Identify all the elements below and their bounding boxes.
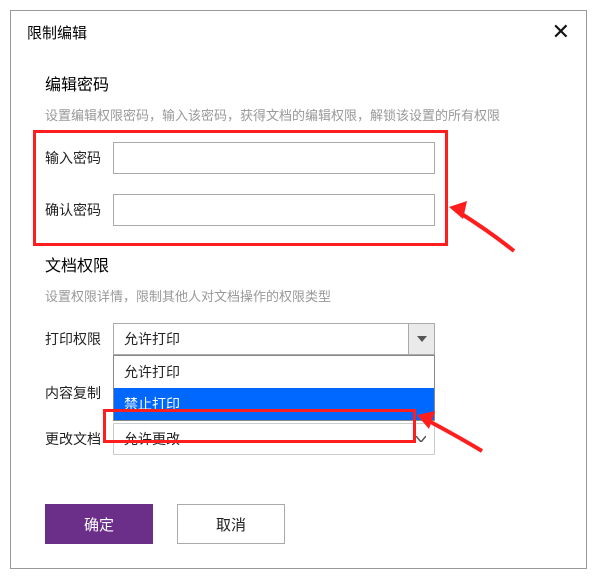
chevron-down-icon (408, 424, 434, 454)
print-permission-label: 打印权限 (45, 329, 113, 349)
permissions-section: 文档权限 设置权限详情，限制其他人对文档操作的权限类型 打印权限 允许打印 允许… (45, 252, 552, 455)
change-permission-value: 允许更改 (114, 424, 408, 454)
print-permission-dropdown: 允许打印 禁止打印 (113, 355, 435, 421)
dialog-content: 编辑密码 设置编辑权限密码，输入该密码，获得文档的编辑权限，解锁该设置的所有权限… (11, 51, 586, 455)
confirm-password-label: 确认密码 (45, 200, 113, 220)
print-permission-row: 打印权限 允许打印 允许打印 禁止打印 (45, 323, 552, 355)
input-password-row: 输入密码 (45, 142, 552, 174)
print-permission-select[interactable]: 允许打印 允许打印 禁止打印 (113, 323, 435, 355)
print-permission-value: 允许打印 (114, 324, 408, 354)
confirm-password-row: 确认密码 (45, 194, 552, 226)
copy-permission-label: 内容复制 (45, 383, 113, 403)
dialog-title: 限制编辑 (27, 22, 87, 43)
restrict-edit-dialog: 限制编辑 ✕ 编辑密码 设置编辑权限密码，输入该密码，获得文档的编辑权限，解锁该… (10, 10, 587, 569)
dropdown-option-forbid-print[interactable]: 禁止打印 (114, 388, 434, 420)
titlebar: 限制编辑 ✕ (11, 11, 586, 51)
button-row: 确定 取消 (45, 504, 285, 544)
change-permission-row: 更改文档 允许更改 (45, 423, 552, 455)
confirm-password-field[interactable] (113, 194, 435, 226)
input-password-label: 输入密码 (45, 148, 113, 168)
change-permission-select[interactable]: 允许更改 (113, 423, 435, 455)
chevron-down-icon (408, 324, 434, 354)
input-password-field[interactable] (113, 142, 435, 174)
permissions-section-desc: 设置权限详情，限制其他人对文档操作的权限类型 (45, 286, 552, 305)
password-section-title: 编辑密码 (45, 71, 552, 95)
cancel-button[interactable]: 取消 (177, 504, 285, 544)
change-permission-label: 更改文档 (45, 429, 113, 449)
dropdown-option-allow-print[interactable]: 允许打印 (114, 356, 434, 388)
permissions-section-title: 文档权限 (45, 252, 552, 276)
password-section-desc: 设置编辑权限密码，输入该密码，获得文档的编辑权限，解锁该设置的所有权限 (45, 105, 552, 124)
ok-button[interactable]: 确定 (45, 504, 153, 544)
close-icon: ✕ (552, 19, 570, 44)
close-button[interactable]: ✕ (552, 21, 570, 43)
